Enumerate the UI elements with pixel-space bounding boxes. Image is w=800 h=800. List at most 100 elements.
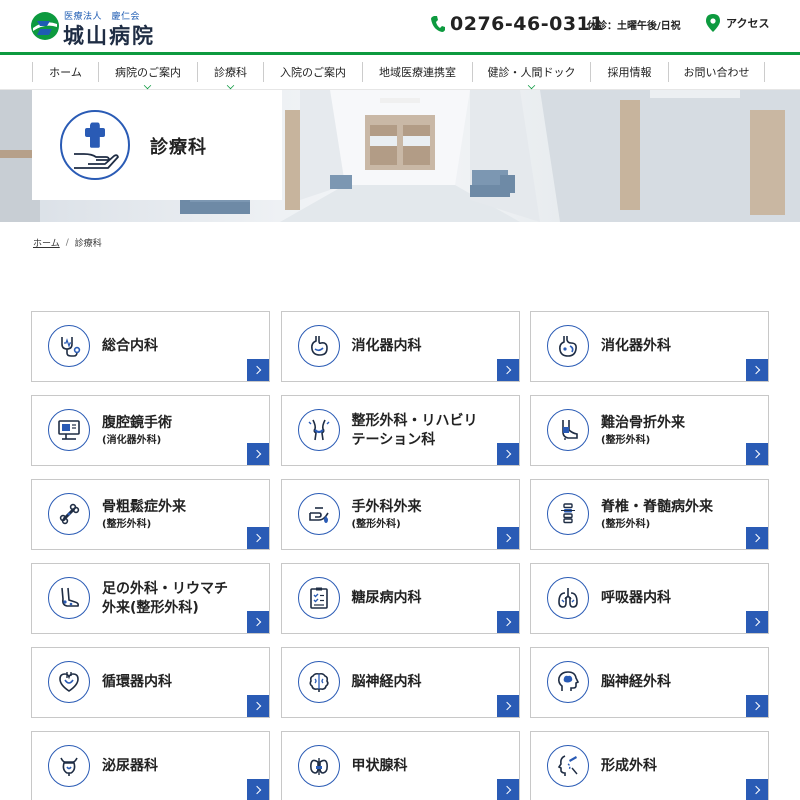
- department-name: 腹腔鏡手術: [102, 414, 172, 431]
- nav-label: ホーム: [49, 66, 82, 79]
- department-name: 難治骨折外来: [601, 414, 685, 431]
- department-card[interactable]: 消化器外科: [530, 311, 769, 382]
- breadcrumb-current: 診療科: [74, 239, 102, 249]
- hand-medical-cross-icon: [60, 110, 130, 180]
- chevron-right-icon[interactable]: [496, 443, 519, 465]
- chevron-right-icon[interactable]: [496, 359, 519, 381]
- nav-item-admission[interactable]: 入院のご案内: [263, 62, 362, 82]
- global-nav: ホーム 病院のご案内 診療科 入院のご案内 地域医療連携室 健診・人間ドック 採…: [0, 52, 800, 90]
- stomach-organ-icon: [547, 325, 589, 367]
- chevron-right-icon[interactable]: [247, 695, 269, 717]
- department-card[interactable]: 脳神経外科: [530, 647, 769, 718]
- department-card[interactable]: 脳神経内科: [280, 647, 520, 718]
- department-card[interactable]: 手外科外来 (整形外科): [280, 479, 520, 550]
- breadcrumb-home-link[interactable]: ホーム: [33, 236, 60, 249]
- department-card[interactable]: 甲状腺科: [280, 731, 520, 800]
- chevron-down-icon: [527, 81, 535, 90]
- department-card[interactable]: 泌尿器科: [31, 731, 270, 800]
- nav-item-about[interactable]: 病院のご案内: [98, 62, 197, 90]
- chevron-right-icon[interactable]: [746, 779, 768, 800]
- department-subtitle: (整形外科): [102, 518, 152, 530]
- chevron-right-icon[interactable]: [247, 779, 269, 800]
- nav-label: 入院のご案内: [280, 66, 346, 79]
- department-card-text: 循環器内科: [102, 648, 172, 717]
- nav-label: 健診・人間ドック: [487, 66, 576, 79]
- chevron-right-icon[interactable]: [247, 359, 269, 381]
- department-card[interactable]: 整形外科・リハビリ テーション科: [280, 395, 520, 466]
- department-card-text: 手外科外来 (整形外科): [352, 480, 422, 549]
- department-name: 整形外科・リハビリ: [351, 412, 478, 429]
- foot-cast-icon: [547, 409, 589, 451]
- foot-icon: [48, 577, 90, 619]
- nav-label: 病院のご案内: [115, 66, 181, 79]
- department-name: 脳神経外科: [601, 674, 671, 690]
- phone-link[interactable]: 0276-46-0311: [430, 12, 604, 36]
- phone-icon: [431, 16, 445, 32]
- chevron-right-icon[interactable]: [496, 527, 519, 549]
- department-card-text: 難治骨折外来 (整形外科): [601, 396, 685, 465]
- department-card[interactable]: 腹腔鏡手術 (消化器外科): [31, 395, 270, 466]
- department-card-text: 骨粗鬆症外来 (整形外科): [102, 480, 186, 549]
- hospital-logo[interactable]: 医療法人 慶仁会 城山病院: [30, 8, 200, 48]
- department-card[interactable]: 総合内科: [31, 311, 270, 382]
- department-name: 泌尿器科: [102, 758, 158, 774]
- chevron-right-icon[interactable]: [247, 443, 269, 465]
- nav-label: お問い合わせ: [683, 66, 750, 79]
- department-card[interactable]: 消化器内科: [280, 311, 520, 382]
- chevron-right-icon[interactable]: [746, 527, 768, 549]
- chevron-right-icon[interactable]: [496, 695, 519, 717]
- chevron-right-icon[interactable]: [496, 611, 519, 633]
- department-card-text: 呼吸器内科: [601, 564, 671, 633]
- hand-icon: [297, 493, 340, 535]
- chevron-right-icon[interactable]: [496, 779, 519, 800]
- department-card[interactable]: 形成外科: [530, 731, 769, 800]
- nav-list: ホーム 病院のご案内 診療科 入院のご案内 地域医療連携室 健診・人間ドック 採…: [32, 62, 768, 90]
- department-name: 呼吸器内科: [601, 590, 671, 606]
- chevron-right-icon[interactable]: [746, 359, 768, 381]
- nav-item-contact[interactable]: お問い合わせ: [668, 62, 765, 82]
- department-card-text: 甲状腺科: [352, 732, 408, 800]
- department-card-text: 腹腔鏡手術 (消化器外科): [102, 396, 172, 465]
- department-name: 骨粗鬆症外来: [102, 498, 186, 515]
- chevron-right-icon[interactable]: [746, 695, 768, 717]
- department-subtitle: (整形外科): [351, 518, 401, 530]
- nav-item-recruit[interactable]: 採用情報: [590, 62, 668, 82]
- brain-icon: [297, 661, 340, 703]
- department-card-text: 総合内科: [102, 312, 158, 381]
- chevron-right-icon[interactable]: [746, 611, 768, 633]
- department-card-text: 足の外科・リウマチ 外来(整形外科): [102, 564, 228, 633]
- nav-item-departments[interactable]: 診療科: [197, 62, 263, 90]
- department-name: 形成外科: [601, 758, 657, 774]
- phone-number: 0276-46-0311: [450, 13, 604, 35]
- department-card-text: 整形外科・リハビリ テーション科: [352, 396, 478, 465]
- nav-item-regional-cooperation[interactable]: 地域医療連携室: [362, 62, 472, 82]
- lungs-icon: [547, 577, 589, 619]
- department-name: 循環器内科: [102, 674, 172, 690]
- department-card[interactable]: 足の外科・リウマチ 外来(整形外科): [31, 563, 270, 634]
- bone-icon: [48, 493, 90, 535]
- chevron-right-icon[interactable]: [746, 443, 768, 465]
- chevron-right-icon[interactable]: [247, 527, 269, 549]
- nav-item-checkup[interactable]: 健診・人間ドック: [472, 62, 590, 90]
- nav-label: 採用情報: [607, 66, 652, 79]
- clipboard-checklist-icon: [297, 577, 340, 619]
- department-card[interactable]: 骨粗鬆症外来 (整形外科): [31, 479, 270, 550]
- department-subtitle: テーション科: [351, 431, 436, 448]
- department-card[interactable]: 糖尿病内科: [280, 563, 520, 634]
- department-subtitle: (消化器外科): [102, 434, 162, 446]
- department-card[interactable]: 脊椎・脊髄病外来 (整形外科): [530, 479, 769, 550]
- department-card[interactable]: 難治骨折外来 (整形外科): [530, 395, 769, 466]
- nav-item-home[interactable]: ホーム: [32, 62, 98, 82]
- department-name: 脳神経内科: [351, 674, 422, 690]
- department-card[interactable]: 循環器内科: [31, 647, 270, 718]
- heart-icon: [48, 661, 90, 703]
- nav-label: 診療科: [214, 66, 247, 79]
- access-link[interactable]: アクセス: [706, 12, 769, 34]
- department-card-text: 糖尿病内科: [352, 564, 422, 633]
- stethoscope-icon: [48, 325, 90, 367]
- laparoscope-monitor-icon: [48, 409, 90, 451]
- department-name: 消化器内科: [351, 338, 422, 354]
- chevron-right-icon[interactable]: [247, 611, 269, 633]
- page-title: 診療科: [150, 137, 207, 158]
- department-card[interactable]: 呼吸器内科: [530, 563, 769, 634]
